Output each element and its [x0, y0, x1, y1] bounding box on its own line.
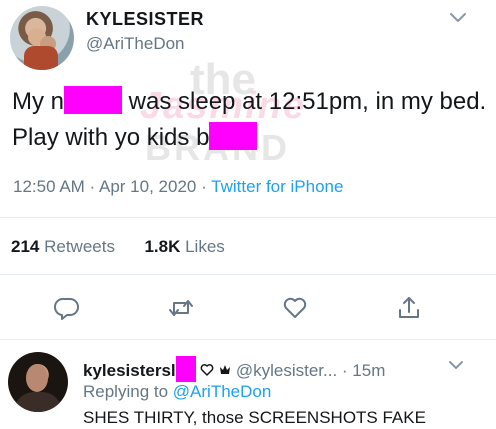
retweets-stat[interactable]: 214 Retweets: [11, 237, 115, 256]
replying-mention[interactable]: @AriTheDon: [173, 382, 272, 401]
redaction-block: [64, 86, 123, 114]
avatar-shirt: [24, 46, 58, 70]
redaction-block: [175, 356, 196, 382]
tweet-text: My n was sleep at 12:51pm, in my bed. Pl…: [12, 84, 487, 156]
avatar-body: [14, 392, 62, 412]
reply-time[interactable]: 15m: [352, 361, 385, 380]
crown-icon: [220, 365, 231, 374]
divider: [0, 217, 496, 218]
tweet-stats: 214 Retweets 1.8K Likes: [11, 237, 225, 257]
divider: [0, 274, 496, 275]
heart-icon: [201, 364, 214, 376]
redaction-block: [209, 122, 258, 150]
reply-header: kylesistersl @kylesister... · 15m: [83, 356, 385, 382]
author-handle[interactable]: @AriTheDon: [86, 34, 185, 54]
reply-text: SHES THIRTY, those SCREENSHOTS FAKE: [83, 408, 426, 427]
chevron-down-icon[interactable]: [447, 358, 465, 372]
retweet-icon[interactable]: [168, 295, 194, 321]
replying-to: Replying to @AriTheDon: [83, 382, 271, 402]
reply-display-name[interactable]: kylesistersl: [83, 356, 196, 382]
likes-count: 1.8K: [144, 237, 181, 256]
reply-icon[interactable]: [54, 295, 80, 321]
meta-separator: ·: [84, 177, 99, 196]
retweets-count: 214: [11, 237, 40, 256]
tweet-text-part-1: My n: [12, 88, 65, 115]
reply-display-name-text: kylesistersl: [83, 361, 176, 380]
likes-label: Likes: [180, 237, 225, 256]
likes-stat[interactable]: 1.8K Likes: [144, 237, 224, 256]
avatar[interactable]: [10, 6, 74, 70]
reply-tweet[interactable]: kylesistersl @kylesister... · 15m Replyi…: [0, 352, 496, 429]
avatar[interactable]: [8, 352, 68, 412]
chevron-down-icon[interactable]: [448, 10, 468, 26]
heart-icon[interactable]: [282, 295, 308, 321]
reply-handle[interactable]: @kylesister...: [236, 361, 337, 380]
tweet-time[interactable]: 12:50 AM: [13, 177, 85, 196]
meta-separator: ·: [337, 361, 353, 380]
retweets-label: Retweets: [39, 237, 115, 256]
avatar-face: [26, 364, 48, 392]
author-display-name[interactable]: KYLESISTER: [86, 9, 204, 30]
tweet-date[interactable]: Apr 10, 2020: [99, 177, 196, 196]
replying-prefix: Replying to: [83, 382, 173, 401]
tweet-meta: 12:50 AM · Apr 10, 2020 · Twitter for iP…: [13, 177, 343, 197]
divider: [0, 339, 496, 340]
meta-separator: ·: [196, 177, 212, 196]
main-tweet: KYLESISTER @AriTheDon the Jasmine BRAND …: [0, 0, 496, 340]
share-icon[interactable]: [396, 295, 422, 321]
tweet-source[interactable]: Twitter for iPhone: [211, 177, 343, 196]
